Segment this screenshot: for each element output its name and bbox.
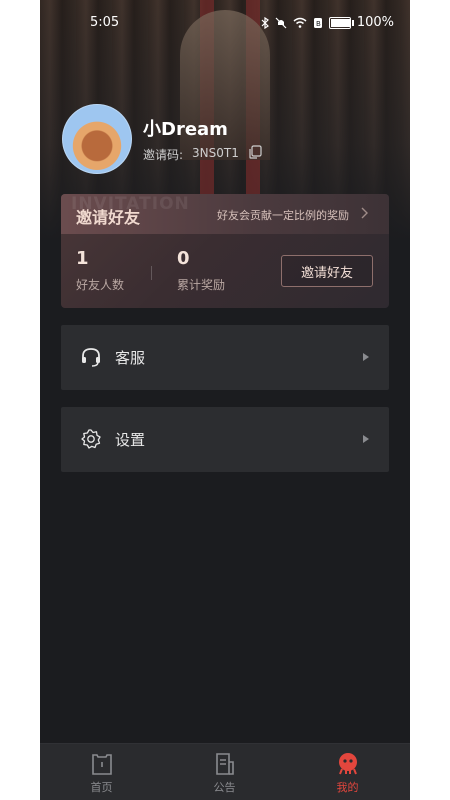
menu-item-settings[interactable]: 设置 xyxy=(61,407,389,472)
total-reward-label: 累计奖励 xyxy=(177,278,226,292)
tab-announcements[interactable]: 公告 xyxy=(163,744,286,800)
stats-divider xyxy=(151,266,152,280)
tab-home[interactable]: 首页 xyxy=(40,744,163,800)
invite-card-header[interactable]: INVITATION 邀请好友 好友会贡献一定比例的奖励 xyxy=(61,194,389,234)
copy-icon[interactable] xyxy=(248,145,262,159)
menu-item-label: 设置 xyxy=(115,431,146,449)
battery-percent: 100% xyxy=(356,15,394,30)
tab-label: 我的 xyxy=(336,781,359,794)
tab-mine[interactable]: 我的 xyxy=(286,744,409,800)
mute-icon xyxy=(275,17,287,28)
menu-item-customer-service[interactable]: 客服 xyxy=(61,325,389,390)
tab-label: 公告 xyxy=(213,781,236,794)
invite-code-label: 邀请码: xyxy=(143,148,184,162)
friend-count-value: 1 xyxy=(76,248,89,269)
notification-icon: B xyxy=(313,17,322,28)
svg-text:B: B xyxy=(316,20,321,28)
headset-icon xyxy=(82,348,100,367)
chevron-right-icon xyxy=(363,435,369,443)
bluetooth-icon xyxy=(261,16,269,29)
status-bar: 5:05 B 100% xyxy=(40,0,410,44)
mine-icon xyxy=(338,753,357,775)
invite-card-hint: 好友会贡献一定比例的奖励 xyxy=(217,209,349,222)
username: 小Dream xyxy=(143,119,228,140)
chevron-right-icon xyxy=(363,353,369,361)
status-icons: B 100% xyxy=(261,15,394,30)
gear-icon xyxy=(81,429,101,449)
notice-icon xyxy=(215,753,234,775)
friend-count-label: 好友人数 xyxy=(76,278,125,292)
invite-friends-button[interactable]: 邀请好友 xyxy=(281,255,373,287)
battery-fill xyxy=(330,18,351,27)
total-reward-value: 0 xyxy=(177,248,190,269)
tab-label: 首页 xyxy=(90,781,113,794)
chevron-right-icon xyxy=(361,207,368,219)
battery-icon xyxy=(328,16,354,29)
invite-friends-card: INVITATION 邀请好友 好友会贡献一定比例的奖励 1 好友人数 0 累计… xyxy=(61,194,389,308)
invite-code-value: 3NS0T1 xyxy=(192,146,239,160)
menu-item-label: 客服 xyxy=(115,349,146,367)
invite-card-title: 邀请好友 xyxy=(76,208,141,227)
home-icon xyxy=(91,754,112,775)
wifi-icon xyxy=(293,17,307,28)
status-time: 5:05 xyxy=(90,15,120,30)
app-screen: 5:05 B 100% 小Dream 邀请码: 3NS0T1 INVITATIO… xyxy=(40,0,410,800)
bottom-tab-bar: 首页 公告 我的 xyxy=(40,743,410,800)
avatar[interactable] xyxy=(62,104,132,174)
